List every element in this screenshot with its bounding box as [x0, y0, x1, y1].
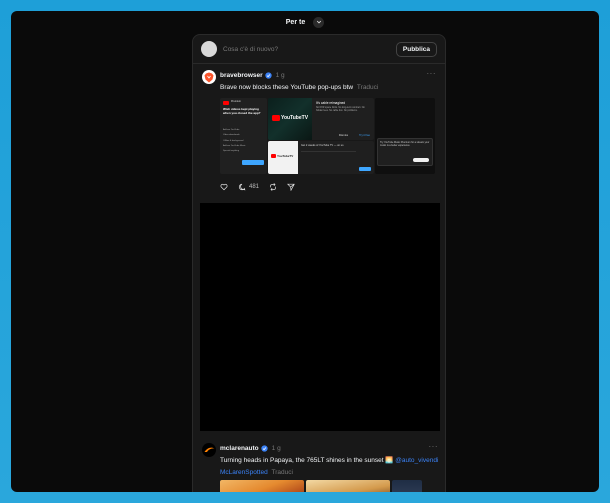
avatar[interactable] [201, 41, 217, 57]
youtube-tv-offer-cta [359, 167, 371, 171]
mclaren-logo-icon [204, 447, 214, 452]
more-options-button[interactable]: ··· [427, 69, 437, 78]
youtube-tv-dialog: It's cable reimagined No DVR space limit… [312, 98, 374, 140]
youtube-tv-thumb-brand: YouTubeTV [277, 154, 294, 158]
post-mclarenauto: ··· mclarenauto 1 g Turning heads in Pap… [193, 437, 445, 492]
divider [301, 151, 356, 152]
media-premium-list: Ad-free YouTube Video downloads Offline … [223, 128, 265, 154]
verified-badge-icon [264, 71, 272, 79]
youtube-tv-offer-dialog: Get 2 weeks of YouTube TV — on us [298, 141, 374, 174]
youtube-tv-banner: YouTubeTV [268, 98, 312, 140]
app-window: Per te Cosa c'è di nuovo? Pubblica ··· b… [11, 11, 599, 492]
post-tag-line: McLarenSpotted Traduci [220, 469, 439, 476]
youtube-tv-logo-icon [272, 115, 280, 121]
youtube-tv-heading: It's cable reimagined [316, 101, 346, 105]
post-text: Turning heads in Papaya, the 765LT shine… [220, 456, 439, 465]
music-premium-dialog: Try YouTube Music Premium for a stream y… [377, 138, 433, 166]
verified-badge-icon [261, 444, 268, 452]
mention-link[interactable]: @auto_vivendi [395, 457, 438, 464]
send-icon [287, 183, 295, 191]
post-username[interactable]: mclarenauto [220, 445, 259, 452]
heart-icon [220, 183, 228, 191]
feed-switch-button[interactable] [313, 16, 325, 28]
feed-header: Per te [11, 11, 599, 33]
feed-column: Cosa c'è di nuovo? Pubblica ··· bravebro… [192, 34, 446, 492]
youtube-tv-brand: YouTubeTV [281, 115, 309, 121]
media-image-car-sunset[interactable] [306, 480, 390, 492]
video-player[interactable] [200, 203, 440, 431]
media-image-youtube-tv-offer[interactable]: YouTubeTV Get 2 weeks of YouTube TV — on… [268, 141, 374, 174]
media-premium-cta [242, 160, 264, 165]
reply-button[interactable]: 481 [238, 183, 259, 191]
media-middle-column: YouTubeTV It's cable reimagined No DVR s… [268, 98, 374, 174]
media-premium-item: Special anything [223, 150, 240, 153]
post-media-carousel[interactable]: Premium Wish videos kept playing when yo… [220, 98, 437, 174]
youtube-tv-dismiss: Dismiss [338, 134, 348, 137]
post-avatar[interactable] [202, 70, 216, 84]
media-premium-title: Wish videos kept playing when you closed… [223, 107, 261, 115]
youtube-tv-offer-text: Get 2 weeks of YouTube TV — on us [301, 144, 344, 147]
comment-icon [238, 183, 246, 191]
post-time[interactable]: 1 g [272, 445, 281, 452]
post-actions: 481 [220, 182, 437, 192]
music-premium-text: Try YouTube Music Premium for a stream y… [380, 141, 430, 147]
youtube-tv-text: No DVR space limits. No long-term contra… [316, 107, 365, 112]
youtube-tv-thumb: YouTubeTV [268, 141, 298, 174]
post-time[interactable]: 1 g [276, 72, 285, 79]
composer-input[interactable]: Cosa c'è di nuovo? [223, 46, 396, 53]
post-avatar[interactable] [202, 443, 216, 457]
composer[interactable]: Cosa c'è di nuovo? Pubblica [193, 35, 445, 64]
youtube-tv-cta: Try it free [359, 134, 370, 137]
like-button[interactable] [220, 183, 228, 191]
media-image-premium-popup[interactable]: Premium Wish videos kept playing when yo… [220, 98, 267, 174]
more-options-button[interactable]: ··· [429, 442, 439, 451]
post-bravebrowser: ··· bravebrowser 1 g Brave now blocks th… [193, 64, 445, 192]
repost-button[interactable] [269, 183, 277, 191]
post-username[interactable]: bravebrowser [220, 72, 263, 79]
brave-logo-icon [204, 72, 214, 82]
post-text-content: Brave now blocks these YouTube pop-ups b… [220, 84, 354, 91]
youtube-logo-icon [223, 101, 229, 105]
translate-link[interactable]: Traduci [357, 84, 378, 91]
translate-link[interactable]: Traduci [272, 469, 293, 476]
feed-title: Per te [285, 18, 306, 26]
repost-icon [270, 183, 276, 191]
post-text-content: Turning heads in Papaya, the 765LT shine… [220, 457, 394, 464]
reply-count: 481 [249, 184, 260, 190]
post-text: Brave now blocks these YouTube pop-ups b… [220, 83, 437, 92]
media-image-youtube-tv-popup[interactable]: YouTubeTV It's cable reimagined No DVR s… [268, 98, 374, 140]
media-premium-brand: Premium [231, 100, 242, 103]
youtube-tv-thumb-icon [271, 154, 276, 158]
share-button[interactable] [287, 183, 295, 191]
media-image-car-front[interactable] [220, 480, 304, 492]
media-image-car-side[interactable] [392, 480, 422, 492]
publish-button[interactable]: Pubblica [395, 41, 437, 57]
music-premium-cta [413, 158, 429, 162]
tag-link[interactable]: McLarenSpotted [220, 469, 268, 476]
chevron-down-icon [316, 20, 321, 24]
media-image-music-popup[interactable]: Try YouTube Music Premium for a stream y… [375, 98, 435, 174]
post-media-carousel[interactable] [220, 480, 439, 492]
